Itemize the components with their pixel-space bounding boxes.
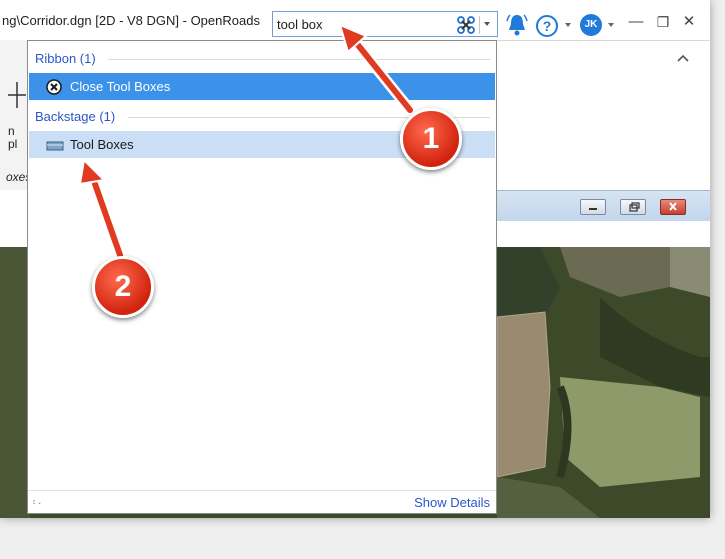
restore-icon[interactable]: ❐: [652, 12, 674, 32]
resize-grip-icon[interactable]: ⠃⠂: [32, 499, 44, 510]
search-input[interactable]: [277, 15, 447, 33]
group-header-ribbon: Ribbon (1): [35, 51, 96, 66]
callout-badge-1: 1: [400, 108, 462, 170]
user-avatar-icon[interactable]: JK: [580, 14, 602, 36]
result-item-label: Close Tool Boxes: [70, 79, 171, 94]
clear-search-icon[interactable]: [456, 15, 476, 35]
view-restore-button[interactable]: [620, 199, 646, 215]
notification-bell-icon[interactable]: [506, 13, 528, 42]
ribbon-label-fragment-n: n: [8, 124, 15, 138]
svg-text:?: ?: [543, 18, 552, 34]
ribbon-label-fragment-pl: pl: [8, 137, 18, 151]
title-bar: ng\Corridor.dgn [2D - V8 DGN] - OpenRoad…: [0, 0, 710, 40]
search-box[interactable]: [272, 11, 498, 37]
close-icon[interactable]: ✕: [678, 12, 700, 32]
show-details-link[interactable]: Show Details: [414, 495, 490, 510]
ribbon-left-fragment: n pl: [0, 40, 30, 190]
search-dropdown-icon[interactable]: [484, 22, 490, 26]
footer-divider: [28, 490, 496, 491]
result-item-label: Tool Boxes: [70, 137, 134, 152]
callout-badge-2: 2: [92, 256, 154, 318]
close-circle-icon: [46, 79, 62, 100]
help-icon[interactable]: ?: [535, 14, 559, 43]
application-window: ng\Corridor.dgn [2D - V8 DGN] - OpenRoad…: [0, 0, 710, 518]
minimize-icon[interactable]: —: [625, 12, 647, 32]
toolbox-icon: [46, 139, 64, 157]
group-divider: [108, 59, 490, 60]
view-title-bar: [497, 190, 710, 221]
window-title: ng\Corridor.dgn [2D - V8 DGN] - OpenRoad…: [2, 13, 260, 28]
search-separator: [479, 16, 480, 34]
view-minimize-button[interactable]: [580, 199, 606, 215]
collapse-ribbon-icon[interactable]: [676, 50, 690, 68]
view-close-button[interactable]: [660, 199, 686, 215]
help-dropdown-icon[interactable]: [565, 23, 571, 27]
user-dropdown-icon[interactable]: [608, 23, 614, 27]
group-header-backstage: Backstage (1): [35, 109, 116, 124]
result-item-close-tool-boxes[interactable]: Close Tool Boxes: [29, 73, 495, 100]
